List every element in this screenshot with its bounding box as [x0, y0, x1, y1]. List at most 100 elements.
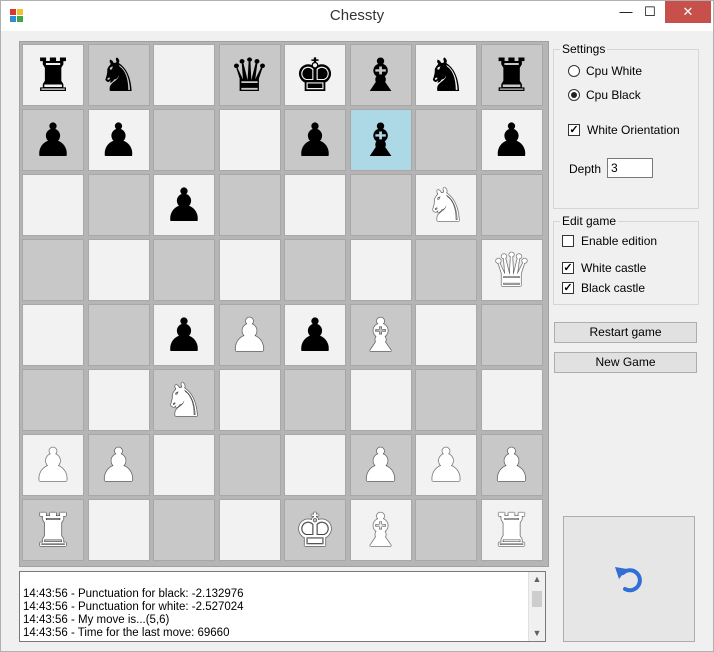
black-bishop-square[interactable]: ♝	[349, 44, 412, 106]
black-pawn-square[interactable]: ♟	[153, 304, 215, 366]
white-pawn-square[interactable]: ♟	[218, 304, 281, 366]
board-square[interactable]	[87, 304, 150, 366]
new-game-button[interactable]: New Game	[554, 352, 697, 373]
enable-edition-label: Enable edition	[581, 234, 658, 248]
board-square[interactable]	[22, 369, 84, 431]
board-square[interactable]	[415, 499, 477, 561]
board-square[interactable]	[349, 369, 412, 431]
board-square[interactable]	[284, 369, 346, 431]
black-pawn-square[interactable]: ♟	[22, 109, 84, 171]
scroll-thumb[interactable]	[532, 591, 542, 607]
maximize-button[interactable]: ☐	[633, 1, 667, 23]
board-square[interactable]	[87, 499, 150, 561]
black-pawn-square[interactable]: ♟	[153, 174, 215, 236]
scroll-down-icon[interactable]: ▼	[529, 628, 545, 638]
white-orientation-label: White Orientation	[587, 123, 680, 137]
black-rook-square[interactable]: ♜	[480, 44, 543, 106]
radio-indicator[interactable]	[568, 65, 580, 77]
white-pawn-square[interactable]: ♟	[22, 434, 84, 496]
white-pawn-square[interactable]: ♟	[480, 434, 543, 496]
board-square[interactable]	[22, 174, 84, 236]
board-square[interactable]	[153, 499, 215, 561]
board-square[interactable]	[218, 174, 281, 236]
scroll-up-icon[interactable]: ▲	[529, 574, 545, 584]
board-square[interactable]	[415, 304, 477, 366]
white-rook-square[interactable]: ♜	[480, 499, 543, 561]
board-square[interactable]	[218, 109, 281, 171]
board-square[interactable]	[349, 239, 412, 301]
black-king-square[interactable]: ♚	[284, 44, 346, 106]
black-castle-checkbox[interactable]: ✓ Black castle	[562, 281, 645, 295]
checkbox-indicator[interactable]: ✓	[568, 124, 580, 136]
black-pawn-square[interactable]: ♟	[284, 109, 346, 171]
white-bishop-square[interactable]: ♝	[349, 499, 412, 561]
black-queen-square[interactable]: ♛	[218, 44, 281, 106]
board-square[interactable]	[480, 304, 543, 366]
black-knight-square[interactable]: ♞	[415, 44, 477, 106]
white-orientation-checkbox[interactable]: ✓ White Orientation	[568, 123, 680, 137]
cpu-white-label: Cpu White	[586, 64, 643, 78]
close-button[interactable]: ✕	[665, 1, 711, 23]
restart-game-button[interactable]: Restart game	[554, 322, 697, 343]
white-knight-square[interactable]: ♞	[415, 174, 477, 236]
board-square[interactable]	[87, 239, 150, 301]
checkbox-indicator[interactable]	[562, 235, 574, 247]
board-square[interactable]	[153, 239, 215, 301]
board-square[interactable]	[415, 369, 477, 431]
depth-input[interactable]	[607, 158, 653, 178]
edit-game-title: Edit game	[560, 214, 619, 228]
move-log[interactable]: 14:43:56 - Punctuation for black: -2.132…	[19, 571, 546, 642]
board-square[interactable]	[349, 174, 412, 236]
black-castle-label: Black castle	[581, 281, 646, 295]
black-knight-square[interactable]: ♞	[87, 44, 150, 106]
white-pawn-square[interactable]: ♟	[415, 434, 477, 496]
log-line: 14:43:56 - Punctuation for black: -2.132…	[23, 588, 244, 600]
enable-edition-checkbox[interactable]: Enable edition	[562, 234, 657, 248]
log-line: 14:43:56 - Punctuation for white: -2.527…	[23, 601, 244, 613]
checkbox-indicator[interactable]: ✓	[562, 262, 574, 274]
board-square[interactable]	[22, 304, 84, 366]
board-square[interactable]	[218, 369, 281, 431]
board-square[interactable]	[284, 174, 346, 236]
board-square[interactable]	[153, 434, 215, 496]
white-castle-checkbox[interactable]: ✓ White castle	[562, 261, 646, 275]
cpu-black-label: Cpu Black	[586, 88, 641, 102]
white-bishop-square[interactable]: ♝	[349, 304, 412, 366]
black-rook-square[interactable]: ♜	[22, 44, 84, 106]
board-square[interactable]	[415, 109, 477, 171]
log-line: 14:43:56 - My move is...(5,6)	[23, 614, 170, 626]
log-scrollbar[interactable]: ▲ ▼	[528, 572, 545, 641]
undo-button[interactable]	[563, 516, 695, 642]
cpu-black-radio[interactable]: Cpu Black	[568, 88, 641, 102]
white-knight-square[interactable]: ♞	[153, 369, 215, 431]
board-square[interactable]	[218, 239, 281, 301]
board-square[interactable]	[153, 44, 215, 106]
checkbox-indicator[interactable]: ✓	[562, 282, 574, 294]
settings-title: Settings	[560, 42, 608, 56]
board-square[interactable]	[218, 499, 281, 561]
white-pawn-square[interactable]: ♟	[87, 434, 150, 496]
depth-label: Depth	[569, 162, 602, 176]
board-square[interactable]	[87, 369, 150, 431]
board-square[interactable]	[480, 174, 543, 236]
board-square[interactable]	[218, 434, 281, 496]
white-queen-square[interactable]: ♛	[480, 239, 543, 301]
black-pawn-square[interactable]: ♟	[87, 109, 150, 171]
board-square[interactable]	[153, 109, 215, 171]
board-square[interactable]	[480, 369, 543, 431]
board-square[interactable]	[415, 239, 477, 301]
white-king-square[interactable]: ♚	[284, 499, 346, 561]
app-window: Chessty — ☐ ✕ ♜ ♞ ♛ ♚ ♝ ♞ ♜ ♟ ♟ ♟ ♝ ♟ ♟ ♞ ♛ ♟ ♟ ♟ ♝ ♞ ♟ ♟ ♟ ♟ ♟ ♜…	[0, 0, 714, 652]
black-bishop-square[interactable]: ♝	[349, 109, 412, 171]
undo-arrow-icon	[615, 567, 642, 593]
board-square[interactable]	[87, 174, 150, 236]
radio-indicator[interactable]	[568, 89, 580, 101]
cpu-white-radio[interactable]: Cpu White	[568, 64, 642, 78]
board-square[interactable]	[22, 239, 84, 301]
white-pawn-square[interactable]: ♟	[349, 434, 412, 496]
board-square[interactable]	[284, 239, 346, 301]
board-square[interactable]	[284, 434, 346, 496]
black-pawn-square[interactable]: ♟	[284, 304, 346, 366]
black-pawn-square[interactable]: ♟	[480, 109, 543, 171]
white-rook-square[interactable]: ♜	[22, 499, 84, 561]
